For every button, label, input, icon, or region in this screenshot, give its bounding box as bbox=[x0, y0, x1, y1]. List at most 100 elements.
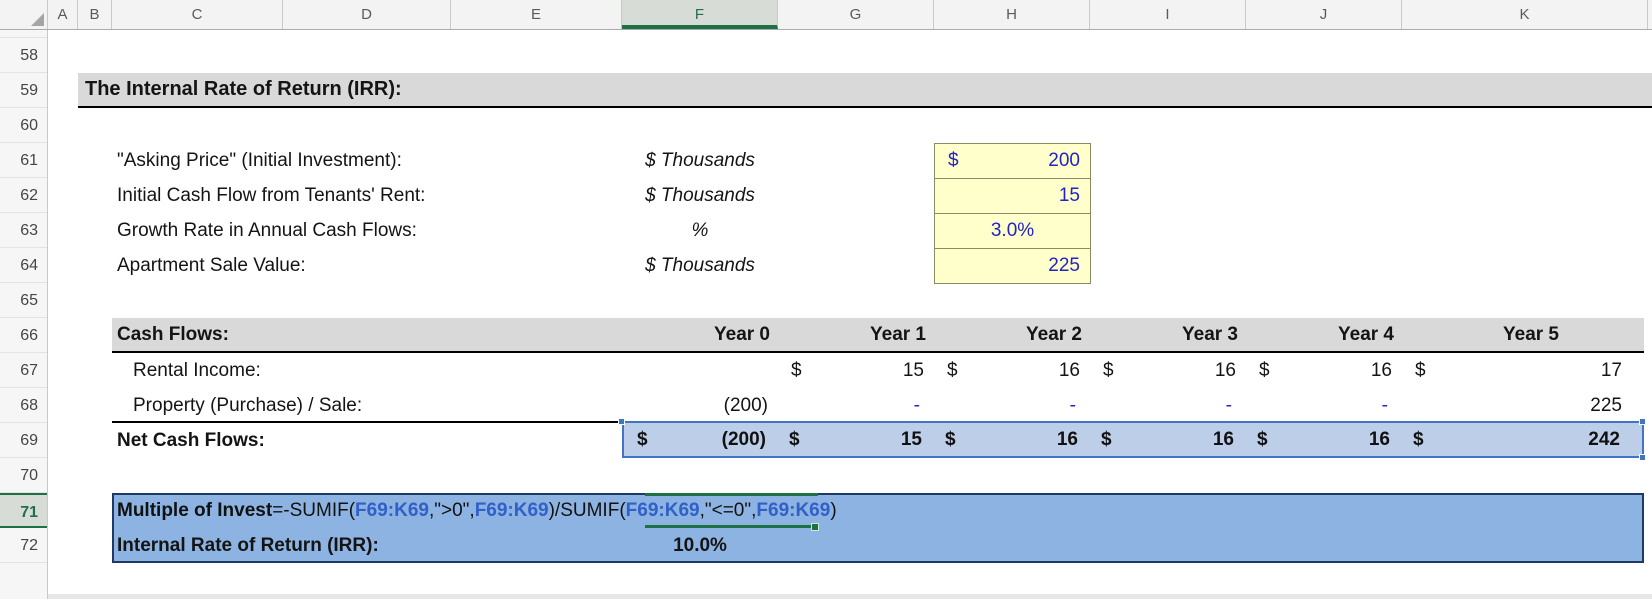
column-header-i[interactable]: I bbox=[1090, 0, 1246, 29]
column-header-g[interactable]: G bbox=[778, 0, 934, 29]
column-header-f-active[interactable]: F bbox=[622, 0, 778, 29]
cell-value: 16 bbox=[1212, 429, 1234, 450]
input-label-asking-price[interactable]: "Asking Price" (Initial Investment): bbox=[117, 143, 402, 178]
property-year1-cell[interactable]: - bbox=[778, 388, 934, 423]
column-header-c[interactable]: C bbox=[112, 0, 283, 29]
range-handle-top-left[interactable] bbox=[618, 418, 625, 425]
rental-income-year4-cell[interactable]: $ 16 bbox=[1246, 353, 1402, 388]
row-header-72[interactable]: 72 bbox=[0, 528, 47, 563]
row-header-69[interactable]: 69 bbox=[0, 423, 47, 458]
input-cell-asking-price[interactable]: $ 200 bbox=[935, 144, 1090, 179]
input-value: 225 bbox=[1048, 255, 1080, 276]
property-year5-cell[interactable]: 225 bbox=[1402, 388, 1644, 423]
input-label-growth-rate[interactable]: Growth Rate in Annual Cash Flows: bbox=[117, 213, 417, 248]
input-value: 200 bbox=[1048, 150, 1080, 171]
cell-value: 16 bbox=[1368, 429, 1390, 450]
year-header-1[interactable]: Year 1 bbox=[778, 318, 934, 353]
input-cell-sale-value[interactable]: 225 bbox=[935, 249, 1090, 284]
formula-range-ref: F69:K69 bbox=[756, 500, 831, 521]
row-header-70[interactable]: 70 bbox=[0, 458, 47, 493]
excel-worksheet: A B C D E F G H I J K 58 59 60 61 62 63 … bbox=[0, 0, 1652, 599]
unit-percent[interactable]: % bbox=[622, 213, 778, 248]
cell-value: 242 bbox=[1588, 429, 1620, 450]
row-header-57-partial[interactable] bbox=[0, 30, 47, 38]
formula-range-ref: F69:K69 bbox=[355, 500, 429, 521]
row-header-59[interactable]: 59 bbox=[0, 73, 47, 108]
formula-edit-line[interactable]: Multiple of Invest=-SUMIF(F69:K69,">0",F… bbox=[117, 493, 837, 528]
currency-symbol: $ bbox=[791, 360, 802, 381]
range-handle-top-right[interactable] bbox=[1639, 418, 1646, 425]
row-header-63[interactable]: 63 bbox=[0, 213, 47, 248]
row-header-58[interactable]: 58 bbox=[0, 38, 47, 73]
net-year2-cell[interactable]: $ 16 bbox=[932, 423, 1088, 456]
rental-income-year2-cell[interactable]: $ 16 bbox=[934, 353, 1090, 388]
property-year2-cell[interactable]: - bbox=[934, 388, 1090, 423]
year-header-2[interactable]: Year 2 bbox=[934, 318, 1090, 353]
property-label[interactable]: Property (Purchase) / Sale: bbox=[133, 388, 362, 423]
unit-thousands-3[interactable]: $ Thousands bbox=[622, 248, 778, 283]
input-cell-growth-rate[interactable]: 3.0% bbox=[935, 214, 1090, 249]
row-header-67[interactable]: 67 bbox=[0, 353, 47, 388]
currency-symbol: $ bbox=[948, 150, 959, 171]
input-cells-block: $ 200 15 3.0% 225 bbox=[934, 143, 1091, 284]
row-header-65[interactable]: 65 bbox=[0, 283, 47, 318]
select-all-corner[interactable] bbox=[0, 0, 48, 29]
net-year3-cell[interactable]: $ 16 bbox=[1088, 423, 1244, 456]
column-header-h[interactable]: H bbox=[934, 0, 1090, 29]
row-header-64[interactable]: 64 bbox=[0, 248, 47, 283]
cell-value: 16 bbox=[1058, 360, 1080, 381]
property-year4-cell[interactable]: - bbox=[1246, 388, 1402, 423]
year-header-0[interactable]: Year 0 bbox=[622, 318, 778, 353]
unit-thousands-2[interactable]: $ Thousands bbox=[622, 178, 778, 213]
rental-income-label[interactable]: Rental Income: bbox=[133, 353, 261, 388]
input-value: 15 bbox=[1058, 185, 1080, 206]
year-header-3[interactable]: Year 3 bbox=[1090, 318, 1246, 353]
currency-symbol: $ bbox=[1101, 429, 1112, 450]
section-title-band[interactable]: The Internal Rate of Return (IRR): bbox=[78, 73, 1652, 108]
formula-text: )/SUMIF( bbox=[548, 500, 626, 521]
rental-income-year1-cell[interactable]: $ 15 bbox=[778, 353, 934, 388]
input-cell-initial-cash-flow[interactable]: 15 bbox=[935, 179, 1090, 214]
rental-income-year5-cell[interactable]: $ 17 bbox=[1402, 353, 1644, 388]
column-header-a[interactable]: A bbox=[48, 0, 78, 29]
currency-symbol: $ bbox=[1103, 360, 1114, 381]
rental-income-year3-cell[interactable]: $ 16 bbox=[1090, 353, 1246, 388]
row-header-62[interactable]: 62 bbox=[0, 178, 47, 213]
property-year0-cell[interactable]: (200) bbox=[622, 388, 778, 423]
currency-symbol: $ bbox=[1257, 429, 1268, 450]
column-header-k[interactable]: K bbox=[1402, 0, 1648, 29]
input-label-sale-value[interactable]: Apartment Sale Value: bbox=[117, 248, 306, 283]
column-header-b[interactable]: B bbox=[78, 0, 112, 29]
row-header-68[interactable]: 68 bbox=[0, 388, 47, 423]
currency-symbol: $ bbox=[637, 429, 648, 450]
currency-symbol: $ bbox=[789, 429, 800, 450]
net-year0-cell[interactable]: $ (200) bbox=[624, 423, 776, 456]
cell-value: (200) bbox=[721, 429, 766, 450]
irr-value[interactable]: 10.0% bbox=[622, 528, 778, 563]
range-handle-bottom-right[interactable] bbox=[1639, 454, 1646, 461]
year-header-4[interactable]: Year 4 bbox=[1246, 318, 1402, 353]
cash-flows-section-label: Cash Flows: bbox=[117, 324, 229, 345]
selected-range-f69-k69[interactable]: $ (200) $ 15 $ 16 $ 16 $ 16 $ 242 bbox=[622, 421, 1644, 458]
column-header-j[interactable]: J bbox=[1246, 0, 1402, 29]
cell-value: 16 bbox=[1370, 360, 1392, 381]
select-all-triangle-icon bbox=[31, 13, 44, 26]
property-year3-cell[interactable]: - bbox=[1090, 388, 1246, 423]
row-header-66[interactable]: 66 bbox=[0, 318, 47, 353]
net-year5-cell[interactable]: $ 242 bbox=[1400, 423, 1642, 456]
currency-symbol: $ bbox=[945, 429, 956, 450]
row-header-71-active[interactable]: 71 bbox=[0, 493, 47, 528]
unit-thousands-1[interactable]: $ Thousands bbox=[622, 143, 778, 178]
column-header-d[interactable]: D bbox=[283, 0, 451, 29]
irr-label[interactable]: Internal Rate of Return (IRR): bbox=[117, 528, 379, 563]
net-cash-flows-label[interactable]: Net Cash Flows: bbox=[117, 423, 265, 458]
input-label-initial-cash-flow[interactable]: Initial Cash Flow from Tenants' Rent: bbox=[117, 178, 425, 213]
net-year4-cell[interactable]: $ 16 bbox=[1244, 423, 1400, 456]
formula-text: ,"<=0", bbox=[699, 500, 757, 521]
column-header-e[interactable]: E bbox=[451, 0, 622, 29]
formula-range-ref: F69:K69 bbox=[474, 500, 549, 521]
row-header-61[interactable]: 61 bbox=[0, 143, 47, 178]
year-header-5[interactable]: Year 5 bbox=[1402, 318, 1644, 353]
row-header-60[interactable]: 60 bbox=[0, 108, 47, 143]
net-year1-cell[interactable]: $ 15 bbox=[776, 423, 932, 456]
